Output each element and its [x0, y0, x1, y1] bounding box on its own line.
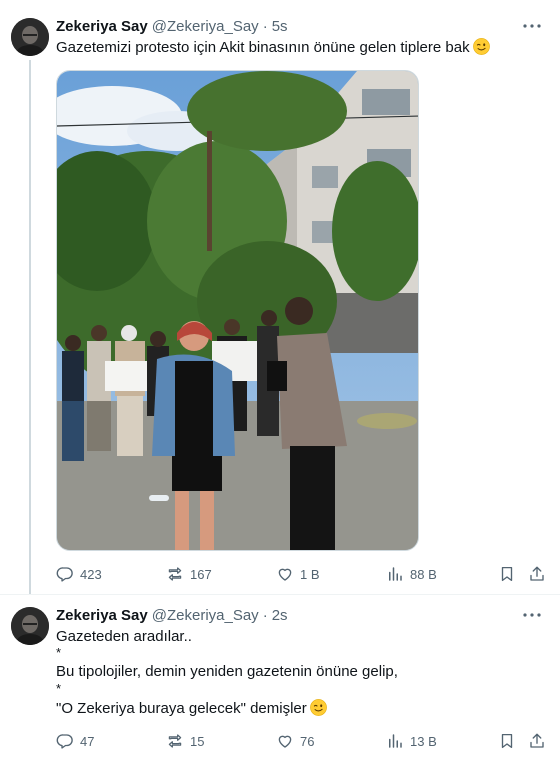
tweet-text-line: * [56, 645, 62, 660]
repost-icon [168, 734, 182, 748]
author-name[interactable]: Zekeriya Say [56, 18, 148, 35]
timestamp[interactable]: 5s [272, 18, 288, 35]
tweet-text: "O Zekeriya buraya gelecek" demişler [56, 699, 327, 719]
views-button[interactable]: 88 B [386, 564, 437, 584]
protest-photo [57, 71, 418, 550]
repost-count: 167 [190, 566, 212, 582]
bookmark-button[interactable] [498, 731, 522, 751]
avatar-image [11, 18, 49, 56]
bookmark-icon [501, 566, 513, 582]
bookmark-icon [501, 733, 513, 749]
tweet-text: Gazetemizi protesto için Akit binasının … [56, 38, 490, 58]
bar-chart-icon [389, 567, 402, 581]
tweet-text-line: Gazetemizi protesto için Akit binasının … [56, 39, 470, 56]
tweet-header: Zekeriya Say @Zekeriya_Say · 2s [56, 605, 288, 625]
share-icon [530, 733, 544, 748]
tweet-media-photo[interactable] [56, 70, 419, 551]
bookmark-button[interactable] [498, 564, 522, 584]
reply-count: 423 [80, 566, 102, 582]
author-name[interactable]: Zekeriya Say [56, 607, 148, 624]
tweet[interactable]: Zekeriya Say @Zekeriya_Say · 2s Gazetede… [0, 594, 560, 768]
tweet[interactable]: Zekeriya Say @Zekeriya_Say · 5s Gazetemi… [0, 0, 560, 594]
tweet-text-line: * [56, 681, 62, 696]
views-button[interactable]: 13 B [386, 731, 437, 751]
author-handle[interactable]: @Zekeriya_Say [152, 18, 259, 35]
like-count: 1 B [300, 566, 320, 582]
heart-icon [278, 735, 292, 748]
repost-button[interactable]: 167 [166, 564, 212, 584]
tweet-header: Zekeriya Say @Zekeriya_Say · 5s [56, 16, 288, 36]
reply-button[interactable]: 47 [56, 731, 94, 751]
more-options-icon[interactable] [520, 605, 544, 625]
timestamp[interactable]: 2s [272, 607, 288, 624]
header-separator: · [262, 606, 268, 624]
like-button[interactable]: 76 [276, 731, 314, 751]
reply-icon [56, 734, 73, 749]
winking-face-icon [310, 699, 327, 716]
repost-button[interactable]: 15 [166, 731, 204, 751]
avatar[interactable] [11, 607, 49, 645]
like-count: 76 [300, 733, 315, 749]
header-separator: · [262, 17, 268, 35]
tweet-text-line: "O Zekeriya buraya gelecek" demişler [56, 700, 307, 717]
reply-icon [56, 567, 73, 582]
bar-chart-icon [389, 734, 402, 748]
reply-button[interactable]: 423 [56, 564, 102, 584]
like-button[interactable]: 1 B [276, 564, 320, 584]
avatar-image [11, 607, 49, 645]
winking-face-icon [473, 38, 490, 55]
tweet-text-line: Gazeteden aradılar.. [56, 628, 192, 645]
avatar[interactable] [11, 18, 49, 56]
author-handle[interactable]: @Zekeriya_Say [152, 607, 259, 624]
repost-icon [168, 567, 182, 581]
share-button[interactable] [528, 731, 552, 751]
reply-count: 47 [80, 733, 95, 749]
tweet-text-line: Bu tipolojiler, demin yeniden gazetenin … [56, 663, 398, 680]
tweet-actions: 423 167 1 B 88 B [56, 564, 546, 584]
view-count: 13 B [410, 733, 437, 749]
share-icon [530, 566, 544, 581]
repost-count: 15 [190, 733, 205, 749]
tweet-actions: 47 15 76 13 B [56, 731, 546, 751]
thread-line [29, 60, 31, 594]
more-options-icon[interactable] [520, 16, 544, 36]
heart-icon [278, 568, 292, 581]
share-button[interactable] [528, 564, 552, 584]
view-count: 88 B [410, 566, 437, 582]
